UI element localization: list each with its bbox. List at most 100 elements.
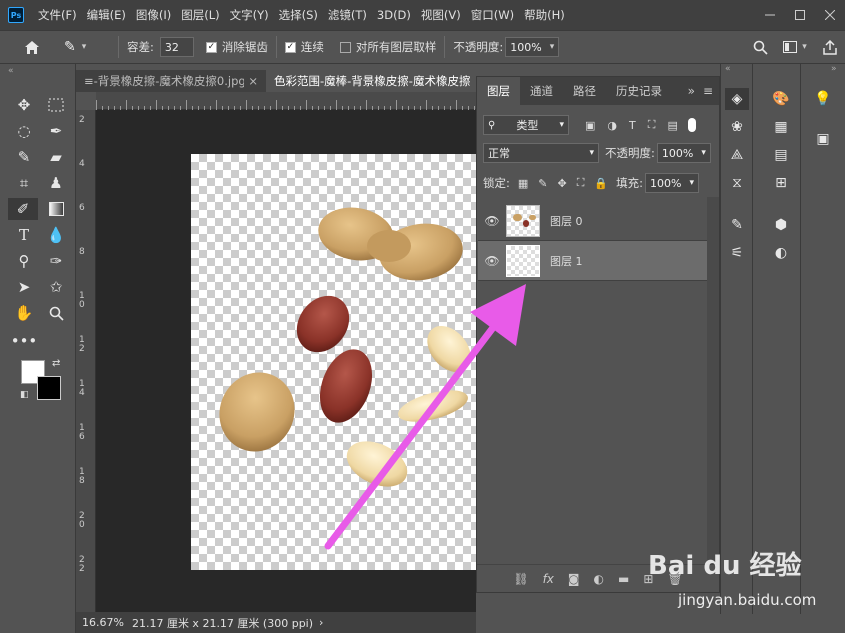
tool-preset-picker[interactable]: ✎ ▾ — [64, 39, 110, 55]
tab-layers[interactable]: 图层 — [477, 77, 520, 105]
crop-tool[interactable]: ⌗ — [12, 172, 36, 194]
expand-icon[interactable]: » — [831, 64, 837, 74]
layer-name[interactable]: 图层 1 — [550, 253, 583, 269]
shape-filter-icon[interactable]: ⛶ — [648, 118, 656, 132]
close-icon[interactable]: × — [248, 74, 258, 88]
expand-icon[interactable]: » — [688, 84, 695, 98]
paths-panel-button[interactable]: ⟁ — [725, 144, 749, 166]
layer-filter-select[interactable]: ⚲ 类型 ▾ — [483, 115, 569, 135]
tab-document-1[interactable]: ≡-背景橡皮擦-魔术橡皮擦0.jpg × — [76, 70, 266, 92]
dodge-tool[interactable]: ⚲ — [12, 250, 36, 272]
properties-button[interactable]: ⚟ — [725, 242, 749, 264]
menu-3d[interactable]: 3D(D) — [377, 8, 411, 22]
collapse-icon[interactable]: « — [725, 64, 731, 74]
adjustments-panel-button[interactable]: ◐ — [769, 242, 793, 264]
healing-brush-tool[interactable]: ✎ — [12, 146, 36, 168]
hand-tool[interactable]: ✋ — [12, 302, 36, 324]
more-tools-button[interactable]: ••• — [11, 330, 38, 352]
layer-opacity-field[interactable]: 100% ▾ — [656, 143, 711, 163]
adjustment-layer-icon[interactable]: ◐ — [594, 572, 604, 586]
type-tool[interactable]: T — [12, 224, 36, 246]
patterns-panel-button[interactable]: ⊞ — [769, 172, 793, 194]
image-filter-icon[interactable]: ▣ — [585, 119, 595, 132]
custom-shape-tool[interactable]: ✩ — [44, 276, 68, 298]
fx-icon[interactable]: fx — [543, 572, 554, 586]
eye-icon[interactable]: 👁 — [478, 214, 506, 228]
home-button[interactable] — [0, 40, 64, 55]
bandage-tool[interactable]: ▰ — [44, 146, 68, 168]
menu-file[interactable]: 文件(F) — [38, 7, 77, 23]
pen-tool[interactable]: ✑ — [44, 250, 68, 272]
layer-row[interactable]: 👁 图层 0 — [478, 201, 707, 241]
libraries-panel-button[interactable]: ▣ — [811, 128, 835, 150]
lock-artboard-icon[interactable]: ⛶ — [577, 176, 585, 190]
menu-help[interactable]: 帮助(H) — [524, 7, 565, 23]
blend-mode-select[interactable]: 正常 ▾ — [483, 143, 599, 163]
layer-row-selected[interactable]: 👁 图层 1 — [478, 241, 707, 281]
stamp-tool[interactable]: ♟ — [44, 172, 68, 194]
contiguous-checkbox[interactable]: ✓ 连续 — [284, 39, 324, 55]
menu-type[interactable]: 文字(Y) — [230, 7, 269, 23]
scrollbar[interactable] — [707, 197, 719, 567]
close-button[interactable] — [815, 4, 845, 26]
tab-channels[interactable]: 通道 — [520, 77, 563, 105]
lock-paint-icon[interactable]: ✎ — [538, 177, 547, 190]
link-layers-icon[interactable]: ⛓ — [513, 572, 528, 586]
eyedropper-tool[interactable]: ✒ — [44, 120, 68, 142]
search-button[interactable] — [745, 36, 775, 58]
menu-window[interactable]: 窗口(W) — [471, 7, 514, 23]
workspace-switcher[interactable]: ▾ — [775, 36, 815, 58]
eraser-tool[interactable]: ✐ — [8, 198, 38, 220]
tab-document-2[interactable]: 色彩范围-魔棒-背景橡皮擦-魔术橡皮擦 — [266, 70, 476, 92]
menu-view[interactable]: 视图(V) — [421, 7, 461, 23]
gradients-panel-button[interactable]: ▤ — [769, 144, 793, 166]
learn-panel-button[interactable]: 💡 — [811, 88, 835, 110]
eye-icon[interactable]: 👁 — [478, 254, 506, 268]
color-panel-button[interactable]: 🎨 — [769, 88, 793, 110]
3d-panel-button[interactable]: ⬢ — [769, 214, 793, 236]
layer-name[interactable]: 图层 0 — [550, 213, 583, 229]
gradient-tool[interactable] — [44, 198, 68, 220]
marquee-tool[interactable] — [44, 94, 68, 116]
add-mask-icon[interactable]: ◙ — [568, 572, 580, 586]
opacity-field[interactable]: 100% ▾ — [505, 37, 560, 57]
smart-object-filter-icon[interactable]: ▤ — [667, 119, 677, 132]
blur-tool[interactable]: 💧 — [44, 224, 68, 246]
channels-panel-button[interactable]: ❀ — [725, 116, 749, 138]
menu-filter[interactable]: 滤镜(T) — [328, 7, 367, 23]
zoom-level[interactable]: 16.67% — [82, 616, 124, 629]
sample-all-layers-checkbox[interactable]: 对所有图层取样 — [339, 39, 436, 55]
tab-history[interactable]: 历史记录 — [606, 77, 672, 105]
type-filter-icon[interactable]: T — [629, 119, 636, 132]
panel-menu-icon[interactable]: ≡ — [703, 84, 713, 98]
background-color-swatch[interactable] — [37, 376, 61, 400]
minimize-button[interactable] — [755, 4, 785, 26]
default-colors-icon[interactable]: ◧ — [20, 390, 29, 400]
tab-paths[interactable]: 路径 — [563, 77, 606, 105]
path-select-tool[interactable]: ➤ — [12, 276, 36, 298]
menu-select[interactable]: 选择(S) — [279, 7, 318, 23]
lock-all-icon[interactable]: 🔒 — [594, 177, 608, 190]
antialias-checkbox[interactable]: ✓ 消除锯齿 — [205, 39, 268, 55]
swatches-panel-button[interactable]: ▦ — [769, 116, 793, 138]
history-panel-button[interactable]: ⧖ — [725, 172, 749, 194]
adjustment-filter-icon[interactable]: ◑ — [607, 119, 617, 132]
brush-settings-button[interactable]: ✎ — [725, 214, 749, 236]
move-tool[interactable]: ✥ — [12, 94, 36, 116]
filter-toggle-icon[interactable] — [687, 118, 696, 132]
lock-position-icon[interactable]: ✥ — [558, 177, 567, 190]
share-button[interactable] — [815, 36, 845, 58]
collapse-icon[interactable]: « — [8, 66, 14, 76]
tolerance-input[interactable]: 32 — [159, 37, 194, 57]
fill-field[interactable]: 100% ▾ — [645, 173, 699, 193]
quick-select-tool[interactable]: ◌ — [12, 120, 36, 142]
menu-edit[interactable]: 编辑(E) — [87, 7, 126, 23]
swap-colors-icon[interactable]: ⇄ — [52, 358, 60, 369]
lock-transparent-icon[interactable]: ▦ — [518, 177, 528, 190]
menu-layer[interactable]: 图层(L) — [181, 7, 219, 23]
zoom-tool[interactable] — [44, 302, 68, 324]
layers-panel-button[interactable]: ◈ — [725, 88, 749, 110]
menu-image[interactable]: 图像(I) — [136, 7, 171, 23]
maximize-button[interactable] — [785, 4, 815, 26]
chevron-right-icon[interactable]: › — [319, 616, 323, 629]
